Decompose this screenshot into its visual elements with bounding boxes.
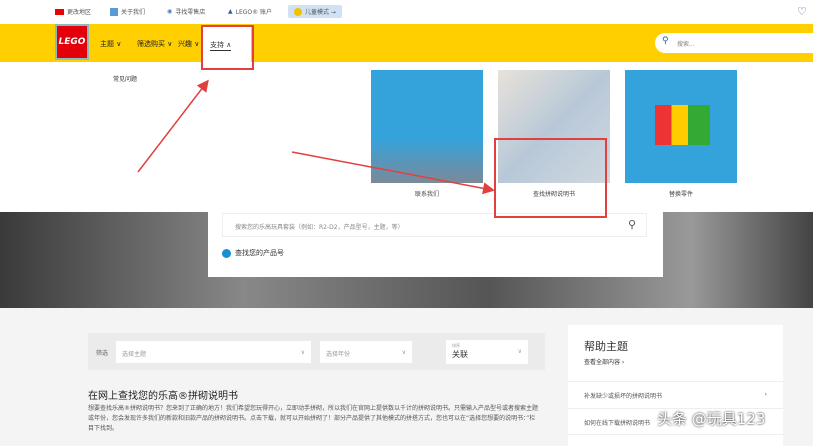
annotation-arrow — [291, 151, 495, 195]
annotation-arrows — [137, 79, 495, 195]
annotation-arrow — [137, 79, 209, 173]
